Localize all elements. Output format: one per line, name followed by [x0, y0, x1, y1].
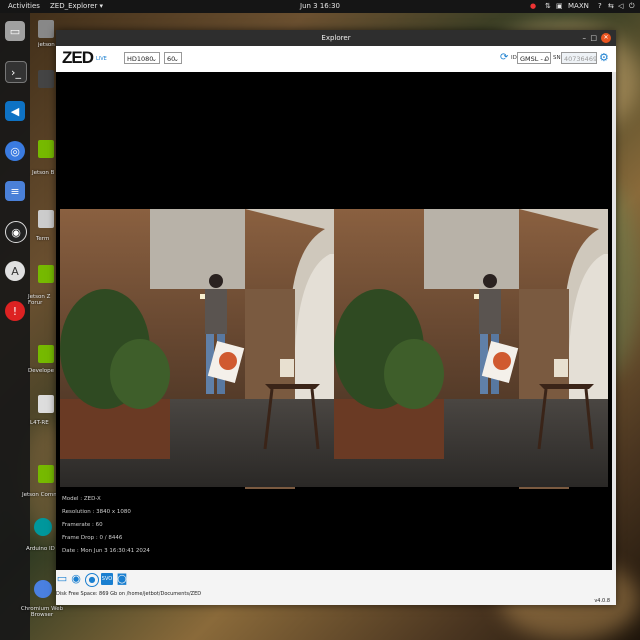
- chevron-down-icon: ⌄: [151, 55, 157, 63]
- power-mode[interactable]: MAXN: [568, 0, 589, 13]
- network-status-icon[interactable]: ⇆: [608, 0, 614, 13]
- minimize-icon[interactable]: –: [583, 30, 587, 46]
- serial-number-field: 40736469: [561, 52, 597, 64]
- info-frame-drop: Frame Drop : 0 / 8446: [62, 535, 123, 541]
- app-menu[interactable]: ZED_Explorer ▾: [50, 0, 103, 13]
- vertical-scrollbar[interactable]: [612, 72, 616, 570]
- activities-button[interactable]: Activities: [8, 0, 40, 13]
- maximize-icon[interactable]: □: [590, 30, 597, 46]
- nvidia-icon[interactable]: [38, 465, 54, 483]
- desktop-item[interactable]: Arduino ID: [26, 546, 55, 552]
- volume-icon[interactable]: ◁: [618, 0, 623, 13]
- info-resolution: Resolution : 3840 x 1080: [62, 509, 131, 515]
- vscode-icon[interactable]: ◀: [5, 101, 25, 121]
- close-icon[interactable]: ✕: [601, 33, 611, 43]
- id-label: ID: [511, 55, 517, 61]
- camera-select[interactable]: GMSL - 0 ⌄: [517, 52, 551, 64]
- chevron-down-icon: ⌄: [542, 55, 548, 63]
- obs-icon[interactable]: ◉: [5, 221, 27, 243]
- resolution-select[interactable]: HD1080 ⌄: [124, 52, 160, 64]
- desktop-item[interactable]: Develope: [28, 368, 54, 374]
- terminal-icon[interactable]: ›_: [5, 61, 27, 83]
- nvidia-icon[interactable]: ▣: [556, 0, 563, 13]
- files-icon[interactable]: ▭: [5, 21, 25, 41]
- help-icon[interactable]: ?: [598, 0, 602, 13]
- explorer-window: Explorer – □ ✕ ZED LIVE HD1080 ⌄ 60 ⌄ ⟳ …: [56, 30, 616, 605]
- text-editor-icon[interactable]: ≡: [5, 181, 25, 201]
- camera-view: Model : ZED-X Resolution : 3840 x 1080 F…: [56, 72, 612, 570]
- folder-icon[interactable]: ▭: [56, 573, 68, 585]
- file-icon[interactable]: [38, 395, 54, 413]
- fps-select[interactable]: 60 ⌄: [164, 52, 182, 64]
- disk-free-space: Disk Free Space: 869 Gb on /home/jetbot/…: [56, 591, 202, 597]
- system-top-bar: Activities ZED_Explorer ▾ Jun 3 16:30 ● …: [0, 0, 640, 13]
- folder-icon[interactable]: [38, 20, 54, 38]
- zed-logo: ZED: [62, 48, 94, 67]
- desktop-item[interactable]: Term: [36, 236, 49, 242]
- update-icon[interactable]: ●: [530, 0, 536, 13]
- info-framerate: Framerate : 60: [62, 522, 103, 528]
- chromium-icon[interactable]: ◎: [5, 141, 25, 161]
- refresh-icon[interactable]: ⟳: [500, 52, 508, 63]
- nvidia-icon[interactable]: [38, 345, 54, 363]
- sn-label: SN: [553, 55, 561, 61]
- info-model: Model : ZED-X: [62, 496, 101, 502]
- svo-icon[interactable]: SVO: [101, 573, 113, 585]
- desktop-item[interactable]: jetson: [38, 42, 55, 48]
- arduino-icon[interactable]: [34, 518, 52, 536]
- stereo-video-frame: [58, 207, 610, 491]
- terminal-icon[interactable]: [38, 70, 54, 88]
- record-icon[interactable]: ●: [85, 573, 99, 587]
- chevron-down-icon: ⌄: [173, 55, 179, 63]
- info-date: Date : Mon Jun 3 16:30:41 2024: [62, 548, 150, 554]
- desktop-item[interactable]: Jetson B: [32, 170, 54, 176]
- help-icon[interactable]: !: [5, 301, 25, 321]
- toolbar: ZED LIVE HD1080 ⌄ 60 ⌄ ⟳ ID GMSL - 0 ⌄ S…: [56, 46, 616, 72]
- resolution-value: HD1080: [127, 55, 154, 63]
- software-icon[interactable]: A: [5, 261, 25, 281]
- broadcast-icon[interactable]: ◉: [70, 573, 82, 585]
- live-label: LIVE: [96, 56, 107, 62]
- window-titlebar[interactable]: Explorer – □ ✕: [56, 30, 616, 46]
- window-title: Explorer: [321, 34, 351, 42]
- chromium-icon[interactable]: [34, 580, 52, 598]
- nvidia-icon[interactable]: [38, 140, 54, 158]
- nvidia-icon[interactable]: [38, 265, 54, 283]
- bottom-bar: ▭ ◉ ● SVO ◙ Disk Free Space: 869 Gb on /…: [56, 570, 616, 605]
- version-label: v4.0.8: [594, 598, 610, 604]
- file-icon[interactable]: [38, 210, 54, 228]
- desktop-item[interactable]: Jetson Z Forur: [28, 294, 58, 306]
- camera-icon[interactable]: ◙: [116, 573, 128, 585]
- desktop-item[interactable]: Chromium Web Browser: [20, 606, 64, 618]
- network-icon[interactable]: ⇅: [545, 0, 551, 13]
- clock[interactable]: Jun 3 16:30: [300, 0, 340, 13]
- power-icon[interactable]: ⏻: [629, 0, 635, 13]
- settings-icon[interactable]: ⚙: [599, 51, 609, 64]
- desktop-item[interactable]: L4T-RE: [30, 420, 49, 426]
